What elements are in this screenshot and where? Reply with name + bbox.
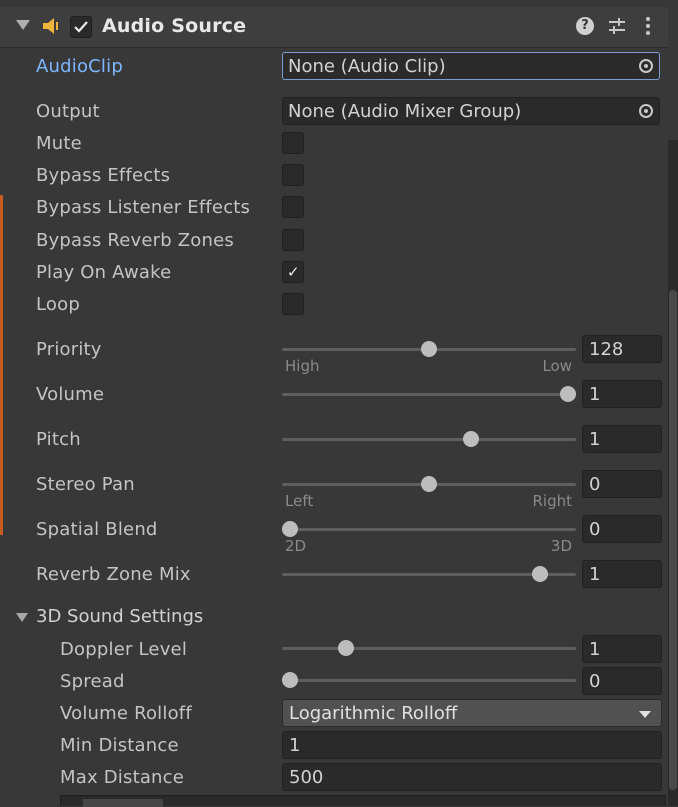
priority-slider[interactable] bbox=[282, 337, 576, 361]
slider-thumb[interactable] bbox=[560, 386, 576, 402]
spatial-blend-value: 0 bbox=[589, 519, 601, 540]
play-on-awake-checkbox[interactable]: ✓ bbox=[282, 261, 304, 283]
mute-label: Mute bbox=[36, 133, 82, 154]
object-picker-icon[interactable] bbox=[639, 104, 653, 118]
bypass-listener-effects-checkbox[interactable] bbox=[282, 196, 304, 218]
bypass-effects-checkbox[interactable] bbox=[282, 164, 304, 186]
speaker-icon bbox=[43, 18, 58, 34]
check-icon bbox=[74, 21, 88, 33]
help-icon[interactable]: ? bbox=[576, 17, 594, 35]
doppler-level-slider[interactable] bbox=[282, 636, 576, 660]
priority-value-field[interactable]: 128 bbox=[582, 335, 662, 363]
presets-icon[interactable] bbox=[607, 16, 627, 36]
slider-thumb[interactable] bbox=[532, 566, 549, 582]
pitch-slider[interactable] bbox=[282, 427, 576, 451]
stereo-pan-min-label: Left bbox=[285, 492, 314, 510]
priority-max-label: Low bbox=[542, 357, 572, 375]
volume-rolloff-value: Logarithmic Rolloff bbox=[289, 703, 458, 724]
spread-value: 0 bbox=[589, 671, 601, 692]
pitch-value-field[interactable]: 1 bbox=[582, 425, 662, 453]
pitch-label: Pitch bbox=[36, 429, 81, 450]
reverb-zone-mix-value-field[interactable]: 1 bbox=[582, 560, 662, 588]
max-distance-label: Max Distance bbox=[60, 767, 185, 788]
component-header[interactable]: Audio Source ? bbox=[0, 7, 668, 48]
volume-value: 1 bbox=[589, 384, 601, 405]
bypass-reverb-zones-label: Bypass Reverb Zones bbox=[36, 230, 234, 251]
min-distance-value: 1 bbox=[289, 735, 301, 756]
volume-value-field[interactable]: 1 bbox=[582, 380, 662, 408]
audioclip-value: None (Audio Clip) bbox=[288, 56, 446, 77]
scrollbar[interactable] bbox=[668, 140, 678, 806]
stereo-pan-value: 0 bbox=[589, 474, 601, 495]
slider-thumb[interactable] bbox=[421, 476, 437, 492]
spread-slider[interactable] bbox=[282, 668, 576, 692]
bypass-effects-label: Bypass Effects bbox=[36, 165, 171, 186]
foldout-arrow-icon[interactable] bbox=[16, 613, 28, 622]
kebab-menu-icon[interactable] bbox=[640, 15, 656, 37]
priority-value: 128 bbox=[589, 339, 624, 360]
spread-label: Spread bbox=[60, 671, 125, 692]
slider-track[interactable] bbox=[282, 647, 576, 650]
min-distance-label: Min Distance bbox=[60, 735, 179, 756]
slider-thumb[interactable] bbox=[462, 431, 479, 447]
loop-label: Loop bbox=[36, 294, 80, 315]
check-icon: ✓ bbox=[287, 263, 300, 281]
play-on-awake-label: Play On Awake bbox=[36, 262, 172, 283]
slider-thumb[interactable] bbox=[421, 341, 437, 357]
spatial-blend-min-label: 2D bbox=[285, 537, 307, 555]
reverb-zone-mix-value: 1 bbox=[589, 564, 601, 585]
scrollbar-thumb[interactable] bbox=[669, 290, 677, 790]
reverb-zone-mix-label: Reverb Zone Mix bbox=[36, 564, 191, 585]
chevron-down-icon bbox=[639, 711, 651, 718]
component-title: Audio Source bbox=[102, 15, 247, 37]
slider-track[interactable] bbox=[282, 679, 576, 682]
slider-track[interactable] bbox=[282, 438, 576, 441]
bypass-listener-effects-label: Bypass Listener Effects bbox=[36, 197, 251, 218]
doppler-level-value: 1 bbox=[589, 639, 601, 660]
spatial-blend-value-field[interactable]: 0 bbox=[582, 515, 662, 543]
volume-rolloff-dropdown[interactable]: Logarithmic Rolloff bbox=[282, 699, 662, 727]
volume-slider[interactable] bbox=[282, 382, 576, 406]
bypass-reverb-zones-checkbox[interactable] bbox=[282, 229, 304, 251]
priority-label: Priority bbox=[36, 339, 102, 360]
spatial-blend-label: Spatial Blend bbox=[36, 519, 158, 540]
3d-sound-settings-title: 3D Sound Settings bbox=[36, 606, 204, 627]
component-enabled-checkbox[interactable] bbox=[70, 16, 92, 38]
spread-value-field[interactable]: 0 bbox=[582, 667, 662, 695]
left-accent-bar bbox=[0, 195, 3, 535]
audioclip-field[interactable]: None (Audio Clip) bbox=[282, 52, 660, 80]
spatial-blend-slider[interactable] bbox=[282, 517, 576, 541]
max-distance-field[interactable]: 500 bbox=[282, 763, 662, 791]
volume-rolloff-label: Volume Rolloff bbox=[60, 703, 192, 724]
mute-checkbox[interactable] bbox=[282, 132, 304, 154]
slider-thumb[interactable] bbox=[282, 672, 298, 688]
reverb-zone-mix-slider[interactable] bbox=[282, 562, 576, 586]
slider-track[interactable] bbox=[282, 528, 576, 531]
max-distance-value: 500 bbox=[289, 767, 324, 788]
output-field[interactable]: None (Audio Mixer Group) bbox=[282, 97, 660, 125]
object-picker-icon[interactable] bbox=[639, 59, 653, 73]
slider-thumb[interactable] bbox=[337, 640, 354, 656]
rolloff-graph[interactable] bbox=[60, 795, 666, 807]
spatial-blend-max-label: 3D bbox=[550, 537, 572, 555]
priority-min-label: High bbox=[285, 357, 320, 375]
pitch-value: 1 bbox=[589, 429, 601, 450]
stereo-pan-label: Stereo Pan bbox=[36, 474, 135, 495]
doppler-level-label: Doppler Level bbox=[60, 639, 188, 660]
loop-checkbox[interactable] bbox=[282, 293, 304, 315]
stereo-pan-value-field[interactable]: 0 bbox=[582, 470, 662, 498]
audioclip-label: AudioClip bbox=[36, 56, 123, 77]
output-label: Output bbox=[36, 101, 100, 122]
component-foldout-icon[interactable] bbox=[16, 20, 30, 30]
doppler-level-value-field[interactable]: 1 bbox=[582, 635, 662, 663]
slider-track[interactable] bbox=[282, 393, 576, 396]
stereo-pan-max-label: Right bbox=[532, 492, 573, 510]
inspector-panel: Audio Source ? AudioClip None (Audio Cli… bbox=[0, 0, 678, 807]
output-value: None (Audio Mixer Group) bbox=[288, 101, 522, 122]
volume-label: Volume bbox=[36, 384, 105, 405]
slider-thumb[interactable] bbox=[282, 521, 298, 537]
min-distance-field[interactable]: 1 bbox=[282, 731, 662, 759]
